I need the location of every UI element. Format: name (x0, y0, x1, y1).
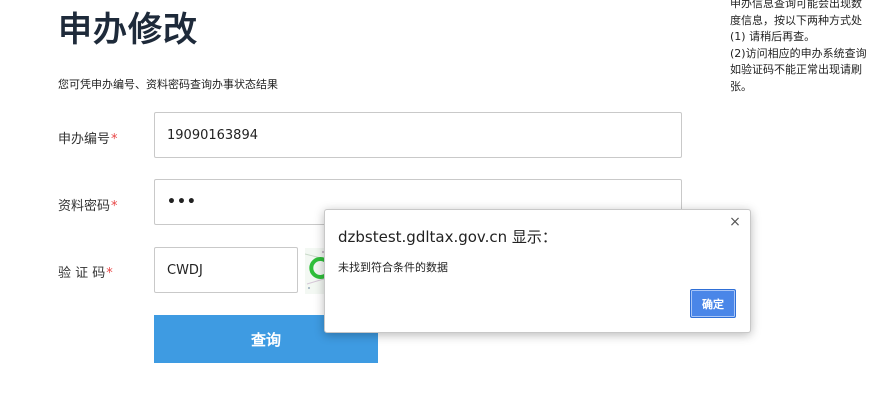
captcha-input[interactable]: CWDJ (154, 247, 298, 293)
apply-no-label: 申办编号* (58, 128, 118, 147)
notice-line: 张。 (730, 79, 752, 93)
notice-panel: 申办信息查询可能会出现数 度信息，按以下两种方式处 (1) 请稍后再查。 (2)… (730, 0, 873, 95)
notice-line: 如验证码不能正常出现请刷 (730, 63, 862, 76)
notice-line: (2)访问相应的申办系统查询 (730, 46, 867, 60)
page-title: 申办修改 (58, 10, 198, 50)
page: 申办修改 您可凭申办编号、资料密码查询办事状态结果 申办编号* 19090163… (0, 0, 873, 403)
password-value: ••• (167, 194, 197, 210)
apply-no-value: 19090163894 (167, 127, 258, 143)
captcha-label: 验 证 码* (58, 262, 113, 281)
required-mark: * (106, 266, 113, 281)
notice-line: 申办信息查询可能会出现数 (730, 0, 862, 10)
notice-line: (1) 请稍后再查。 (730, 30, 816, 43)
apply-no-input[interactable]: 19090163894 (154, 112, 682, 158)
notice-line: 度信息，按以下两种方式处 (730, 13, 862, 27)
password-label-text: 资料密码 (58, 199, 111, 214)
dialog-message: 未找到符合条件的数据 (338, 261, 448, 274)
password-label: 资料密码* (58, 195, 118, 214)
required-mark: * (111, 132, 118, 147)
captcha-label-text: 验 证 码 (58, 266, 106, 281)
ok-button[interactable]: 确定 (690, 289, 736, 318)
alert-dialog: dzbstest.gdltax.gov.cn 显示： × 未找到符合条件的数据 … (324, 209, 751, 333)
dialog-title: dzbstest.gdltax.gov.cn 显示： (338, 228, 557, 246)
close-icon[interactable]: × (728, 215, 742, 229)
apply-no-label-text: 申办编号 (58, 132, 111, 147)
captcha-value: CWDJ (167, 262, 203, 278)
required-mark: * (111, 199, 118, 214)
page-subtitle: 您可凭申办编号、资料密码查询办事状态结果 (58, 78, 278, 91)
